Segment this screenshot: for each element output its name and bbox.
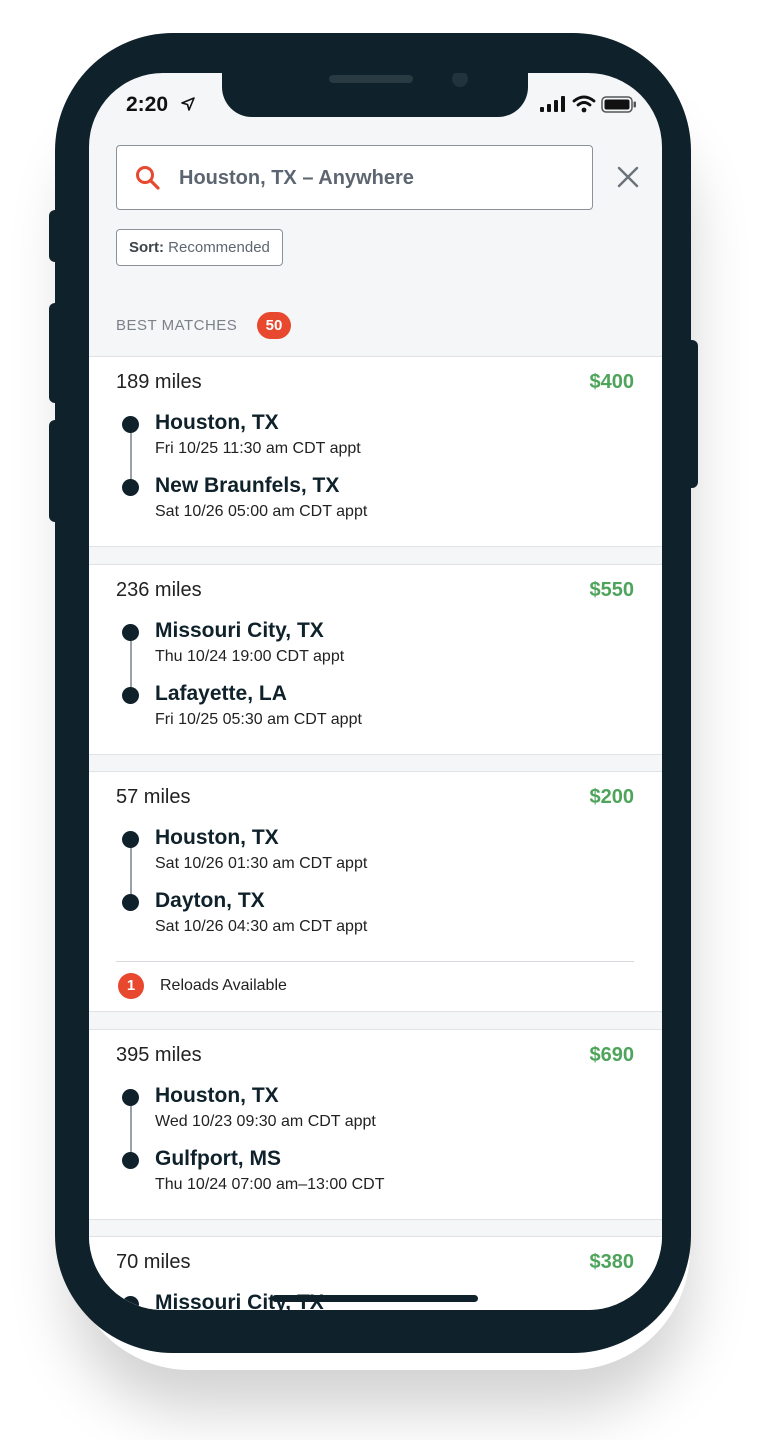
destination-appt: Thu 10/24 07:00 am–13:00 CDT [155,1176,385,1193]
section-title: BEST MATCHES [116,317,238,334]
match-count-badge: 50 [257,312,291,339]
load-miles: 236 miles [116,579,202,601]
cellular-signal-icon [540,96,565,112]
load-price: $550 [589,579,635,601]
destination-dot [122,894,139,911]
load-miles: 70 miles [116,1251,191,1273]
sort-value: Recommended [168,239,270,256]
load-card[interactable]: 57 miles $200 Houston, TX Sat 10/26 01:3… [89,771,662,1012]
load-card[interactable]: 395 miles $690 Houston, TX Wed 10/23 09:… [89,1029,662,1220]
destination-city: Lafayette, LA [155,682,287,705]
app-screen: 2:20 Houston, TX – Anywhere Sort: Recomm… [89,73,662,1310]
volume-up-button [49,303,63,403]
notch [222,73,528,117]
card-divider [116,961,634,962]
wifi-icon [572,95,596,113]
origin-dot [122,1089,139,1106]
home-indicator[interactable] [272,1295,478,1302]
reload-count-badge: 1 [118,973,144,999]
load-price: $690 [589,1044,635,1066]
location-arrow-icon [181,97,195,111]
reloads-available-link[interactable]: Reloads Available [160,977,287,995]
load-miles: 189 miles [116,371,202,393]
origin-dot [122,831,139,848]
origin-city: Missouri City, TX [155,619,324,642]
destination-appt: Sat 10/26 04:30 am CDT appt [155,918,368,935]
destination-dot [122,479,139,496]
speaker-grille [329,75,413,83]
side-button [684,340,698,488]
origin-city: Houston, TX [155,411,279,434]
search-query: Houston, TX – Anywhere [179,167,414,189]
load-price: $200 [589,786,635,808]
load-miles: 57 miles [116,786,191,808]
search-icon [136,166,160,190]
destination-city: Dayton, TX [155,889,265,912]
origin-city: Houston, TX [155,826,279,849]
destination-appt: Fri 10/25 05:30 am CDT appt [155,711,362,728]
destination-appt: Sat 10/26 05:00 am CDT appt [155,503,368,520]
load-price: $400 [589,371,635,393]
origin-dot [122,1296,139,1310]
search-input[interactable]: Houston, TX – Anywhere [116,145,593,210]
load-card[interactable]: 236 miles $550 Missouri City, TX Thu 10/… [89,564,662,755]
origin-appt: Wed 10/23 09:30 am CDT appt [155,1113,376,1130]
destination-dot [122,687,139,704]
mute-switch [49,210,63,262]
origin-dot [122,624,139,641]
destination-city: New Braunfels, TX [155,474,340,497]
destination-dot [122,1152,139,1169]
origin-appt: Sat 10/26 01:30 am CDT appt [155,855,368,872]
origin-dot [122,416,139,433]
close-icon[interactable] [617,166,639,188]
destination-city: Gulfport, MS [155,1147,281,1170]
origin-appt: Thu 10/24 19:00 CDT appt [155,648,345,665]
status-time: 2:20 [126,93,169,116]
origin-city: Houston, TX [155,1084,279,1107]
load-miles: 395 miles [116,1044,202,1066]
volume-down-button [49,420,63,522]
load-card[interactable]: 189 miles $400 Houston, TX Fri 10/25 11:… [89,356,662,547]
front-camera [452,73,468,87]
sort-button[interactable]: Sort: Recommended [116,229,283,266]
load-price: $380 [589,1251,635,1273]
sort-label: Sort: [129,239,164,256]
origin-appt: Fri 10/25 11:30 am CDT appt [155,440,361,457]
battery-icon [601,96,636,113]
